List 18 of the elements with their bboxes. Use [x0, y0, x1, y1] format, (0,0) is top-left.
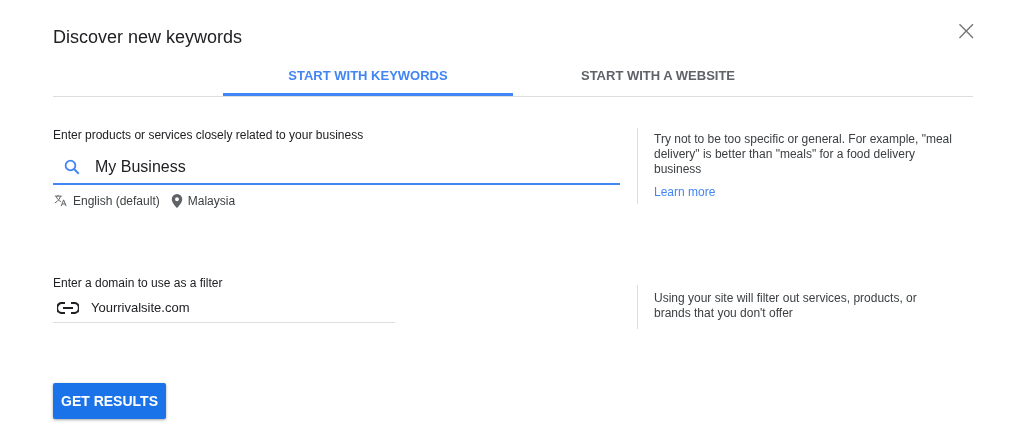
tip-text: Try not to be too specific or general. For example, "meal delivery" is better than "meals" for a food delivery business [654, 132, 953, 177]
location-pin-icon [170, 193, 183, 208]
close-button[interactable]: × [954, 19, 978, 43]
dialog-title: Discover new keywords [53, 26, 243, 48]
search-field[interactable]: My Business [95, 157, 495, 176]
translate-icon [53, 193, 68, 208]
field-label: Enter products or services closely related to your business [53, 128, 365, 142]
tab[interactable]: START WITH KEYWORDS [223, 58, 513, 96]
link-icon [57, 301, 79, 314]
tip-text: Using your site will filter out services, products, or brands that you don't offer [654, 291, 918, 321]
location-label[interactable]: Malaysia [187, 193, 236, 208]
get-results-button[interactable]: GET RESULTS [53, 383, 166, 419]
tab[interactable]: START WITH A WEBSITE [513, 58, 803, 96]
learn-more-link[interactable]: Learn more [654, 185, 954, 200]
language-label[interactable]: English (default) [73, 193, 160, 208]
field-label: Enter a domain to use as a filter [53, 276, 224, 290]
domain-field[interactable]: Yourrivalsite.com [91, 300, 371, 315]
search-icon [63, 157, 81, 176]
